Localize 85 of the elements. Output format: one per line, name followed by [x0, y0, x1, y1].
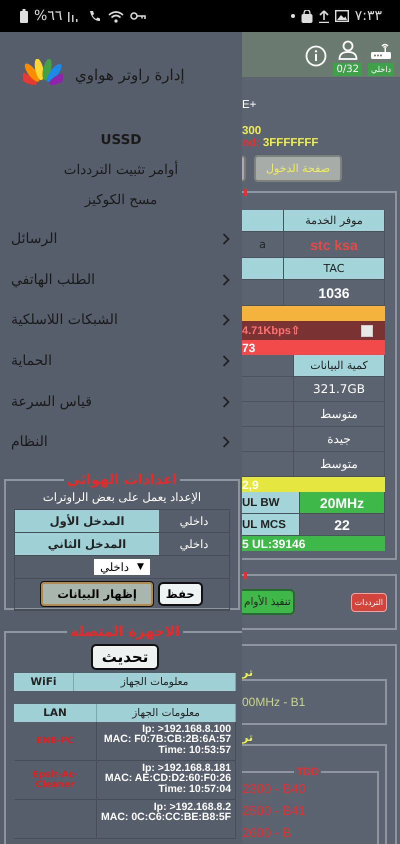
checkbox[interactable]	[361, 324, 373, 337]
chevron-right-icon	[222, 233, 230, 246]
note-text: الإعداد يعمل على بعض الراوترات	[42, 490, 202, 504]
port-value-cell: داخلي	[159, 510, 229, 533]
app-title: إدارة راوتر هواوي	[75, 66, 185, 84]
drawer-link[interactable]: أوامر تثبيت الترددات	[64, 160, 178, 181]
wifi-icon	[108, 10, 124, 22]
menu-item[interactable]: الحماية	[0, 340, 242, 382]
table-header: TAC	[284, 258, 385, 280]
menu-item[interactable]: قياس السرعة	[0, 381, 242, 422]
call-icon	[88, 9, 102, 23]
device-info-text: Ip: >192.168.8.181	[142, 762, 232, 774]
frequencies-button[interactable]: الترددات	[350, 592, 387, 612]
save-button[interactable]: حفظ	[158, 582, 203, 606]
menu-item[interactable]: النظام	[0, 422, 242, 463]
band-value: 3FFFFFFF	[262, 137, 318, 150]
device-name-cell: Epsit-Ac-Cleaner	[14, 760, 97, 800]
drawer-link[interactable]: مسح الكوكيز	[84, 190, 158, 211]
band-text: 00MHz - B1	[242, 695, 306, 710]
table-header: كمية البيانات	[294, 355, 385, 378]
port-name-cell: المدخل الأول	[15, 510, 159, 533]
menu-item[interactable]: الشبكات اللاسلكية	[0, 300, 242, 341]
table-header: LAN	[14, 704, 97, 722]
show-data-button[interactable]: إظهار البيانات	[41, 582, 153, 606]
section-legend: الاجهزة المتصلة	[67, 624, 183, 640]
client-count-badge: 0/32	[333, 63, 362, 76]
info-icon[interactable]	[305, 45, 328, 67]
warning-mark	[244, 189, 247, 196]
login-page-button[interactable]: صفحة الدخول	[254, 155, 342, 182]
table-cell: متوسط	[294, 402, 385, 428]
section-legend: TDD	[294, 766, 321, 778]
warning-mark	[244, 572, 247, 580]
device-info-text: MAC: 0C:C6:CC:BE:B8:5F	[101, 812, 232, 823]
menu-item[interactable]: الطلب الهاتفي	[0, 260, 242, 300]
section-legend: اعدادات الهوائي	[64, 472, 180, 488]
table-cell	[242, 258, 284, 280]
device-info-text: Time: 10:57:04	[158, 784, 232, 794]
table-cell	[242, 210, 284, 232]
key-icon	[130, 12, 146, 20]
bar-text: 2,9	[242, 478, 259, 492]
table-header: UL BW	[242, 492, 300, 514]
clock: ٧:٣٣	[354, 8, 382, 24]
chevron-right-icon	[222, 396, 230, 408]
table-header: معلومات الجهاز	[97, 704, 236, 722]
chevron-right-icon	[222, 355, 230, 368]
band-text: 2600 - B	[242, 824, 292, 842]
battery-icon	[20, 9, 28, 23]
mode-dropdown[interactable]: ▼ داخلي	[94, 558, 150, 575]
band-text: 2300 - B40	[242, 780, 307, 798]
table-cell	[242, 377, 294, 402]
device-name-cell: ENB-PC	[14, 722, 97, 761]
port-value-cell: داخلي	[159, 532, 229, 556]
table-header: معلومات الجهاز	[74, 672, 236, 691]
bar-text: 73	[242, 340, 256, 355]
network-type: E+	[242, 99, 256, 112]
device-info-text: MAC: AE:CD:D2:60:F0:26	[104, 773, 232, 784]
menu-item[interactable]: الرسائل	[0, 219, 242, 260]
upload-icon	[318, 10, 329, 22]
band-text: 300	[242, 125, 262, 138]
notification-dot-icon	[290, 14, 295, 18]
table-cell: 20MHz	[300, 492, 385, 514]
table-header: WiFi	[14, 672, 74, 691]
chevron-right-icon	[222, 274, 230, 286]
battery-level: %٦٦	[34, 8, 62, 24]
bar-text: 5 UL:39146	[242, 536, 306, 551]
chevron-right-icon	[222, 314, 230, 326]
table-cell: جيدة	[294, 427, 385, 452]
speed-text: 4.71Kbps⇧	[242, 324, 300, 338]
band-text: 2500 - B41	[242, 802, 307, 820]
device-info-text: Time: 10:53:57	[158, 744, 232, 756]
port-name-cell: المدخل الثاني	[15, 532, 159, 556]
table-header: UL MCS	[242, 514, 300, 536]
chevron-right-icon	[222, 436, 230, 448]
table-header: موفر الخدمة	[284, 210, 385, 232]
device-info-text: Ip: >192.168.8.100	[142, 724, 232, 734]
table-cell: 321.7GB	[294, 377, 385, 402]
mode-badge: داخلي	[368, 63, 394, 76]
image-icon	[334, 10, 349, 22]
refresh-button[interactable]: تحديث	[90, 644, 160, 670]
device-info-text: Ip: >192.168.8.2	[154, 802, 232, 812]
execute-button[interactable]: تنفيذ الأوام	[242, 589, 295, 616]
device-info-text: MAC: F0:7B:CB:2B:6A:57	[104, 734, 232, 745]
band-label: nd:	[242, 137, 260, 150]
drawer-link[interactable]: USSD	[100, 130, 142, 151]
user-icon[interactable]	[338, 40, 358, 60]
